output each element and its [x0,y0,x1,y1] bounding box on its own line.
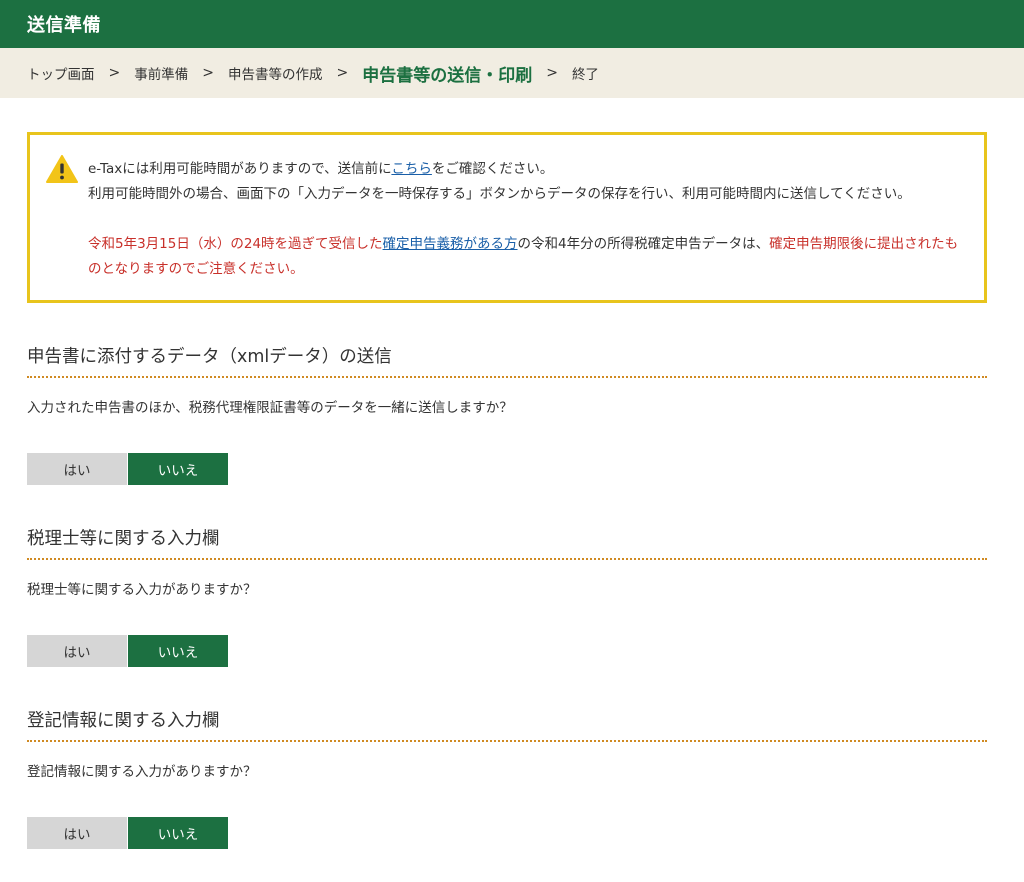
chevron-right-icon: > [336,65,349,81]
yes-button[interactable]: はい [27,453,127,485]
section-title-tax-accountant: 税理士等に関する入力欄 [27,525,987,560]
breadcrumb-item-create: 申告書等の作成 [227,67,323,83]
notice-text: の令和4年分の所得税確定申告データは、 [517,236,770,252]
availability-link[interactable]: こちら [391,161,432,177]
question-tax-accountant: 税理士等に関する入力がありますか？ [27,582,257,598]
deadline-warning-text: 令和5年3月15日（水）の24時を過ぎて受信した [88,236,383,252]
breadcrumb: トップ画面 > 事前準備 > 申告書等の作成 > 申告書等の送信・印刷 > 終了 [0,48,1024,98]
breadcrumb-item-preparation: 事前準備 [134,67,189,83]
notice-text: をご確認ください。 [431,161,554,177]
chevron-right-icon: > [546,65,558,81]
toggle-registry-info: はい いいえ [27,817,987,849]
breadcrumb-item-finish: 終了 [571,67,599,83]
no-button[interactable]: いいえ [128,635,228,667]
section-title-xml-data: 申告書に添付するデータ（xmlデータ）の送信 [27,343,987,378]
notice-line-1: e-Taxには利用可能時間がありますので、送信前にこちらをご確認ください。 [88,157,964,182]
chevron-right-icon: > [202,65,214,81]
notice-text: e-Taxには利用可能時間がありますので、送信前に [88,161,392,177]
toggle-xml-data: はい いいえ [27,453,987,485]
filing-obligation-link[interactable]: 確定申告義務がある方 [383,236,518,252]
notice-box: e-Taxには利用可能時間がありますので、送信前にこちらをご確認ください。 利用… [27,132,987,303]
main-content: e-Taxには利用可能時間がありますので、送信前にこちらをご確認ください。 利用… [0,132,1024,849]
yes-button[interactable]: はい [27,635,127,667]
section-title-registry-info: 登記情報に関する入力欄 [27,707,987,742]
question-registry-info: 登記情報に関する入力がありますか？ [27,764,257,780]
page-header: 送信準備 [0,0,1024,48]
toggle-tax-accountant: はい いいえ [27,635,987,667]
notice-line-2: 利用可能時間外の場合、画面下の「入力データを一時保存する」ボタンからデータの保存… [88,186,911,202]
no-button[interactable]: いいえ [128,817,228,849]
chevron-right-icon: > [108,65,121,81]
yes-button[interactable]: はい [27,817,127,849]
question-xml-data: 入力された申告書のほか、税務代理権限証書等のデータを一緒に送信しますか？ [27,400,513,416]
no-button[interactable]: いいえ [128,453,228,485]
breadcrumb-item-current: 申告書等の送信・印刷 [362,65,533,86]
warning-icon [46,155,78,183]
breadcrumb-item-top: トップ画面 [27,67,95,83]
page-title: 送信準備 [27,15,101,36]
notice-line-3: 令和5年3月15日（水）の24時を過ぎて受信した確定申告義務がある方の令和4年分… [88,232,964,282]
